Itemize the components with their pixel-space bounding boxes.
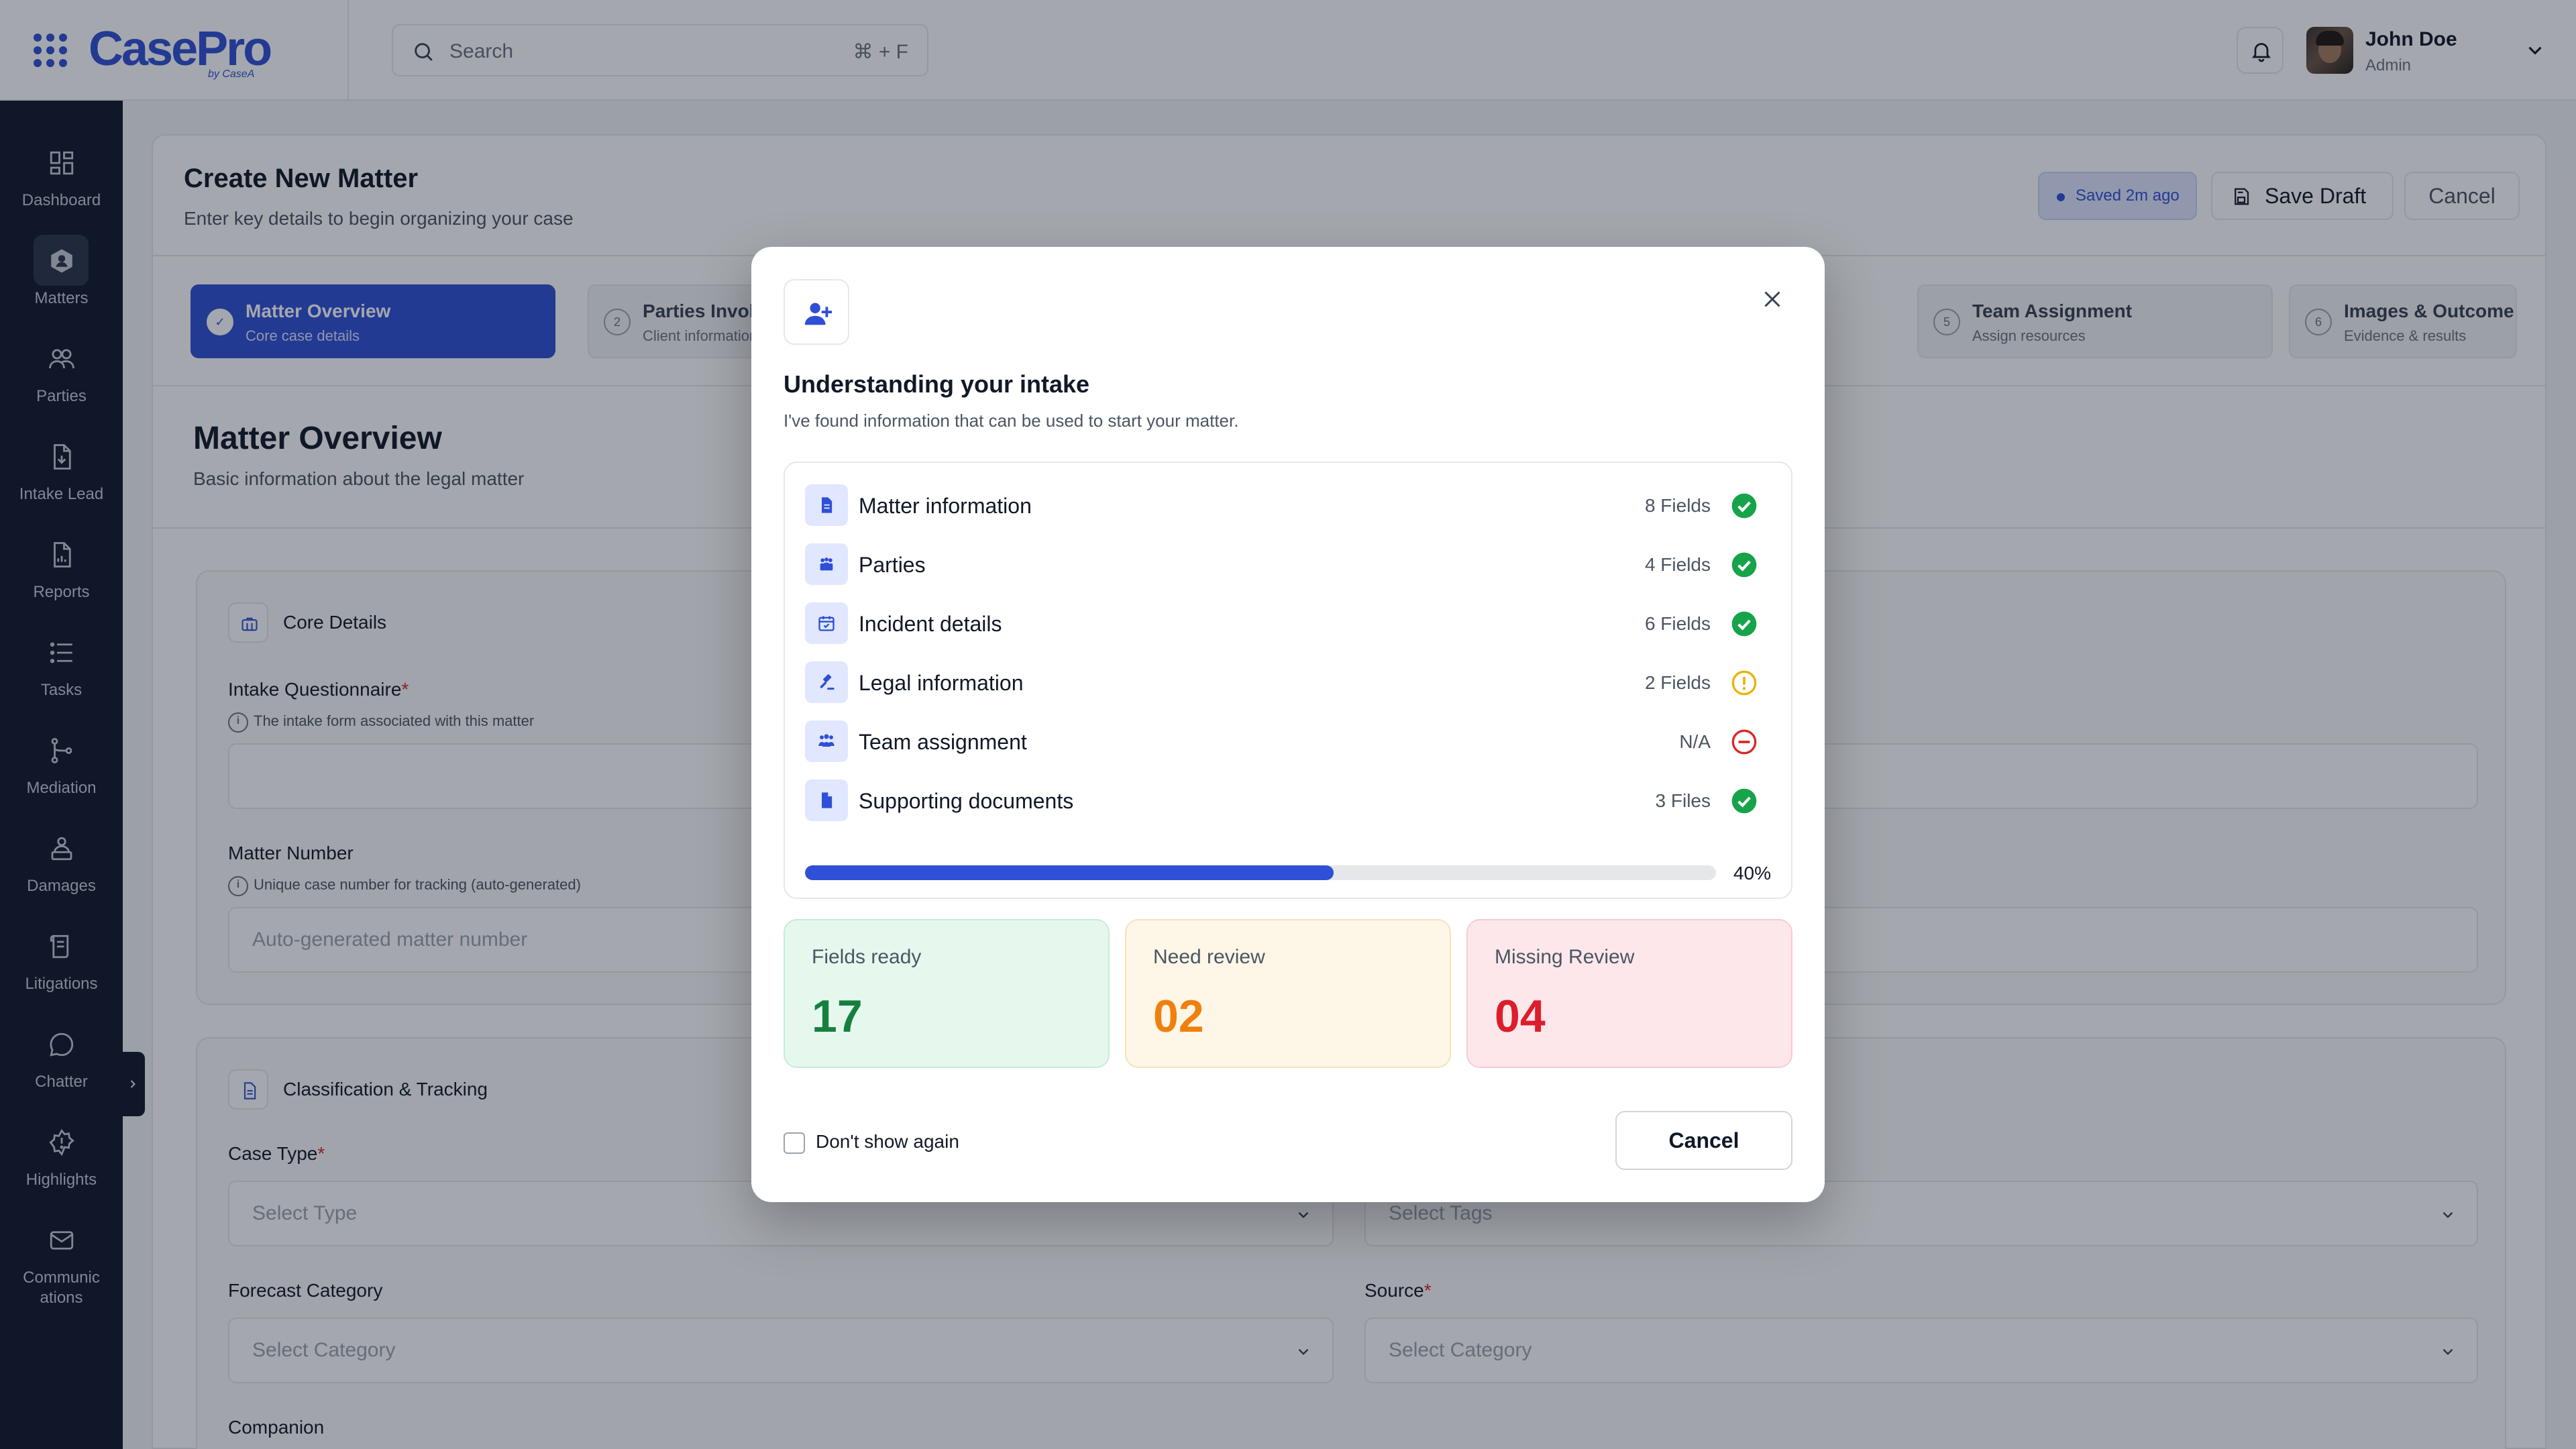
stat-value: 02 (1153, 991, 1204, 1042)
close-button[interactable] (1755, 282, 1790, 317)
stat-value: 17 (812, 991, 863, 1042)
calendar-icon (805, 602, 848, 644)
progress-bar-fill (805, 865, 1334, 880)
stat-label: Missing Review (1495, 946, 1635, 968)
need-review-card: Need review 02 (1125, 919, 1451, 1068)
check-circle-icon (1731, 788, 1757, 814)
row-count: N/A (1679, 731, 1711, 752)
list-item-matter-information[interactable]: Matter information 8 Fields (805, 482, 1774, 529)
list-item-supporting-documents[interactable]: Supporting documents 3 Files (805, 777, 1774, 824)
row-count: 3 Files (1655, 790, 1711, 811)
dont-show-label: Don't show again (816, 1131, 959, 1152)
people-icon (805, 543, 848, 585)
row-count: 4 Fields (1644, 554, 1711, 575)
dont-show-checkbox[interactable] (784, 1132, 805, 1154)
check-circle-icon (1731, 493, 1757, 519)
file-icon (805, 780, 848, 821)
check-circle-icon (1731, 611, 1757, 637)
warning-circle-icon (1731, 670, 1757, 696)
row-count: 8 Fields (1644, 495, 1711, 516)
row-label: Matter information (859, 494, 1032, 518)
modal-cancel-button[interactable]: Cancel (1615, 1111, 1792, 1170)
progress-percent: 40% (1733, 863, 1771, 883)
fields-ready-card: Fields ready 17 (784, 919, 1110, 1068)
check-circle-icon (1731, 552, 1757, 578)
row-label: Legal information (859, 671, 1024, 695)
list-item-legal-information[interactable]: Legal information 2 Fields (805, 659, 1774, 706)
list-item-parties[interactable]: Parties 4 Fields (805, 541, 1774, 588)
row-label: Parties (859, 553, 926, 577)
row-count: 6 Fields (1644, 613, 1711, 634)
stat-value: 04 (1495, 991, 1546, 1042)
stat-label: Need review (1153, 946, 1265, 968)
stat-label: Fields ready (812, 946, 922, 968)
intake-sections-list: Matter information 8 Fields Parties 4 Fi… (784, 462, 1792, 899)
row-label: Supporting documents (859, 789, 1074, 813)
modal-title: Understanding your intake (784, 370, 1090, 398)
list-item-incident-details[interactable]: Incident details 6 Fields (805, 600, 1774, 647)
missing-review-card: Missing Review 04 (1466, 919, 1792, 1068)
gavel-icon (805, 661, 848, 703)
document-icon (805, 484, 848, 526)
row-label: Incident details (859, 612, 1002, 636)
team-icon (805, 720, 848, 762)
row-label: Team assignment (859, 730, 1027, 754)
minus-circle-icon (1731, 729, 1757, 755)
add-user-icon (784, 279, 849, 345)
list-item-team-assignment[interactable]: Team assignment N/A (805, 718, 1774, 765)
close-icon (1764, 291, 1780, 307)
row-count: 2 Fields (1644, 672, 1711, 693)
intake-summary-modal: Understanding your intake I've found inf… (751, 247, 1825, 1202)
progress-bar (805, 865, 1716, 880)
modal-subtitle: I've found information that can be used … (784, 411, 1239, 431)
